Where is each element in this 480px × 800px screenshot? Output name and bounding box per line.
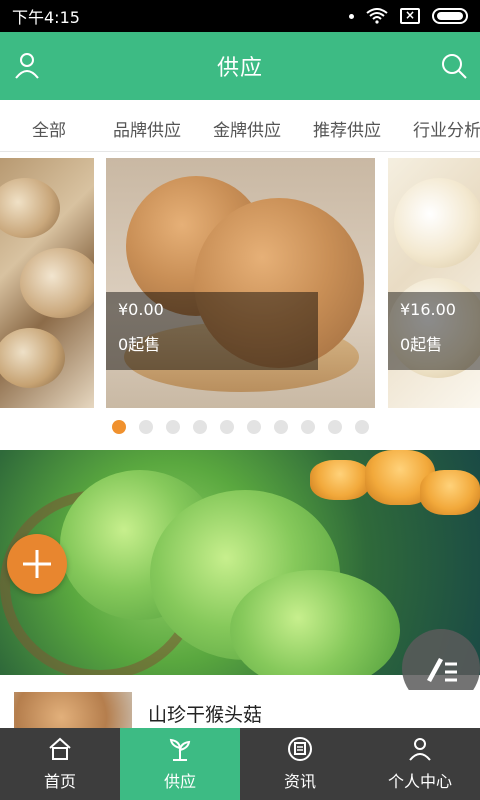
home-icon — [49, 737, 71, 760]
pagination-dot[interactable] — [246, 420, 261, 434]
nav-home[interactable]: 首页 — [0, 728, 120, 800]
status-bar: 下午4:15 × — [0, 0, 480, 32]
plus-icon — [23, 550, 51, 578]
carousel-card[interactable]: ¥0.00 0起售 — [106, 158, 375, 408]
app-bar: 供应 — [0, 32, 480, 100]
pagination-dot[interactable] — [327, 420, 342, 434]
notification-dot-icon — [349, 13, 354, 19]
user-icon[interactable] — [12, 50, 42, 80]
minimum-order: 0起售 — [118, 335, 161, 354]
product-title: 山珍干猴头菇 — [148, 704, 263, 726]
list-item[interactable]: 山珍干猴头菇 — [0, 690, 480, 730]
carousel-card[interactable]: ¥16.00 0起售 — [388, 158, 480, 408]
nav-label: 资讯 — [283, 772, 316, 791]
pagination-dot-active[interactable] — [111, 420, 126, 434]
product-price: ¥16.00 — [400, 300, 456, 319]
pagination-dot[interactable] — [192, 420, 207, 434]
nav-label: 供应 — [163, 772, 196, 791]
price-overlay: ¥16.00 0起售 — [388, 292, 480, 370]
nav-profile[interactable]: 个人中心 — [360, 728, 480, 800]
category-tabs: 全部 品牌供应 金牌供应 推荐供应 行业分析 — [0, 100, 480, 152]
nav-label: 个人中心 — [387, 772, 452, 791]
tab-industry-analysis[interactable]: 行业分析 — [413, 116, 480, 141]
nav-supply[interactable]: 供应 — [120, 728, 240, 800]
bottom-navigation: 首页 供应 资讯 个人中心 — [0, 728, 480, 800]
product-carousel[interactable]: ¥0.00 0起售 ¥16.00 0起售 — [0, 152, 480, 412]
pagination-dot[interactable] — [273, 420, 288, 434]
pagination-dot[interactable] — [354, 420, 369, 434]
tab-recommended-supply[interactable]: 推荐供应 — [313, 116, 381, 141]
tab-brand-supply[interactable]: 品牌供应 — [113, 116, 181, 141]
page-title: 供应 — [216, 56, 263, 81]
price-overlay: ¥0.00 0起售 — [106, 292, 318, 370]
carousel-card[interactable] — [0, 158, 94, 408]
status-icons: × — [349, 8, 468, 24]
profile-icon — [409, 738, 431, 761]
product-price: ¥0.00 — [118, 300, 164, 319]
news-icon — [288, 737, 312, 761]
add-button[interactable] — [7, 534, 67, 594]
tab-gold-supply[interactable]: 金牌供应 — [213, 116, 281, 141]
battery-icon — [432, 8, 468, 24]
pagination-dot[interactable] — [219, 420, 234, 434]
pagination-dot[interactable] — [138, 420, 153, 434]
nav-news[interactable]: 资讯 — [240, 728, 360, 800]
pagination-dot[interactable] — [165, 420, 180, 434]
wifi-icon — [366, 8, 388, 24]
sim-no-signal-icon: × — [400, 8, 420, 24]
search-icon[interactable] — [440, 52, 468, 80]
pagination-dot[interactable] — [300, 420, 315, 434]
hero-banner-image[interactable] — [0, 450, 480, 675]
edit-list-icon — [427, 658, 457, 682]
nav-label: 首页 — [43, 772, 76, 791]
carousel-pagination — [0, 420, 480, 440]
tab-all[interactable]: 全部 — [32, 116, 66, 141]
product-thumbnail — [14, 692, 132, 728]
status-time: 下午4:15 — [12, 8, 80, 27]
leaf-icon — [169, 738, 191, 761]
minimum-order: 0起售 — [400, 335, 443, 354]
